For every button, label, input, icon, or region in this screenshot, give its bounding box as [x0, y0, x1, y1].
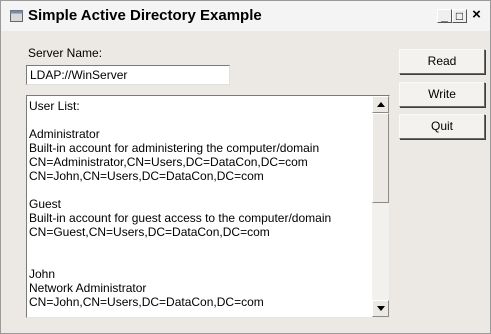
scroll-up-button[interactable]: [372, 96, 389, 113]
title-bar[interactable]: Simple Active Directory Example _ □ ×: [1, 1, 490, 31]
read-button[interactable]: Read: [399, 49, 485, 74]
close-button[interactable]: ×: [469, 7, 484, 23]
vertical-scrollbar[interactable]: [372, 96, 389, 317]
quit-button[interactable]: Quit: [399, 114, 485, 139]
write-button[interactable]: Write: [399, 82, 485, 107]
arrow-up-icon: [377, 102, 385, 107]
user-list-textbox[interactable]: User List: Administrator Built-in accoun…: [26, 95, 390, 318]
scroll-down-button[interactable]: [372, 300, 389, 317]
user-list-text: User List: Administrator Built-in accoun…: [29, 99, 332, 309]
minimize-button[interactable]: _: [437, 9, 452, 23]
app-icon: [10, 10, 23, 22]
server-name-label: Server Name:: [28, 46, 103, 60]
app-window: Simple Active Directory Example _ □ × Se…: [0, 0, 491, 334]
server-name-input[interactable]: LDAP://WinServer: [26, 65, 230, 85]
scrollbar-thumb[interactable]: [372, 113, 389, 203]
window-title: Simple Active Directory Example: [28, 7, 262, 24]
arrow-down-icon: [377, 306, 385, 311]
maximize-button[interactable]: □: [452, 9, 467, 23]
